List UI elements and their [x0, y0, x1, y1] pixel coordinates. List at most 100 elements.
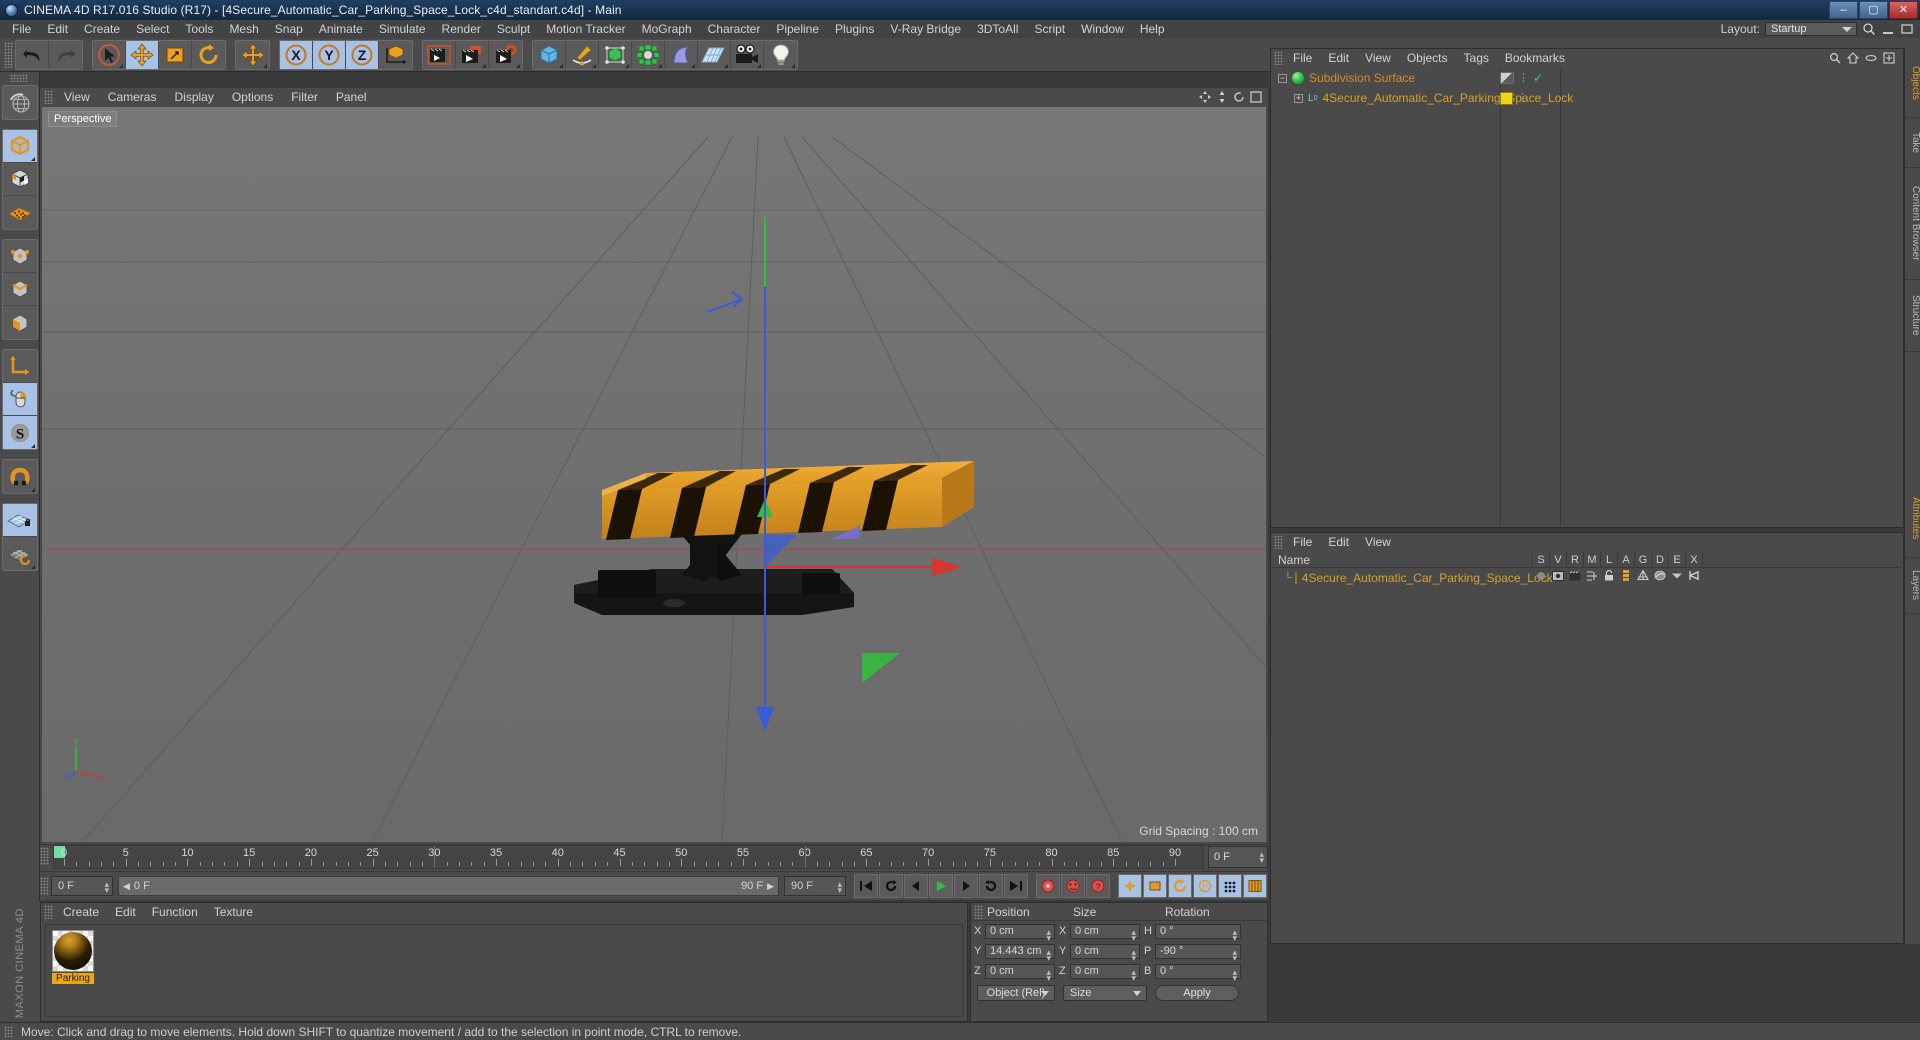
size-y-field[interactable]: 0 cm ▴ ▾: [1070, 943, 1140, 962]
undo-button[interactable]: [16, 40, 49, 69]
menu-mesh[interactable]: Mesh: [221, 20, 266, 38]
position-y-field[interactable]: 14.443 cm ▴ ▾: [985, 943, 1055, 962]
range-right-arrow-icon[interactable]: ▶: [767, 881, 774, 892]
object-row-subdivision-surface[interactable]: − Subdivision Surface ⋮ ✓: [1272, 68, 1902, 88]
dots-icon[interactable]: ⋮: [1518, 72, 1529, 83]
column-S[interactable]: S: [1532, 551, 1549, 568]
axis-x-lock[interactable]: X: [280, 40, 313, 69]
scale-key-toggle[interactable]: [1143, 874, 1167, 898]
viewport-menu-options[interactable]: Options: [223, 88, 282, 106]
material-preview-thumbnail[interactable]: [52, 930, 94, 972]
column-L[interactable]: L: [1600, 551, 1617, 568]
attribute-manager-grip[interactable]: [1274, 535, 1283, 549]
add-generator-button[interactable]: [599, 40, 632, 69]
toolbar-grip[interactable]: [4, 41, 13, 68]
dock-tab-content-browser[interactable]: Content Browser: [1905, 168, 1920, 280]
column-A[interactable]: A: [1617, 551, 1634, 568]
spinner-icon[interactable]: ▴ ▾: [1131, 947, 1136, 962]
layout-select[interactable]: Startup: [1765, 22, 1857, 36]
add-spline-button[interactable]: [566, 40, 599, 69]
menu-snap[interactable]: Snap: [267, 20, 311, 38]
column-X[interactable]: X: [1685, 551, 1702, 568]
spinner-icon[interactable]: ▴ ▾: [837, 880, 842, 895]
workplane-mode-button[interactable]: [2, 196, 37, 229]
menu-tools[interactable]: Tools: [177, 20, 221, 38]
spinner-icon[interactable]: ▴ ▾: [1131, 967, 1136, 982]
render-view-button[interactable]: [423, 40, 456, 69]
position-x-field[interactable]: 0 cm ▴ ▾: [985, 923, 1055, 942]
material-menu-edit[interactable]: Edit: [107, 903, 144, 921]
pan-view-icon[interactable]: [1199, 91, 1211, 103]
size-z-field[interactable]: 0 cm ▴ ▾: [1070, 963, 1140, 982]
rotate-view-icon[interactable]: [1233, 91, 1245, 103]
menu-plugins[interactable]: Plugins: [827, 20, 882, 38]
dock-tab-layers[interactable]: Layers: [1905, 558, 1920, 614]
viewport-menu-panel[interactable]: Panel: [327, 88, 376, 106]
viewport-menu-filter[interactable]: Filter: [282, 88, 327, 106]
object-row-parking-lock[interactable]: + L0 4Secure_Automatic_Car_Parking_Space…: [1272, 88, 1902, 108]
rotation-key-toggle[interactable]: [1168, 874, 1192, 898]
column-M[interactable]: M: [1583, 551, 1600, 568]
material-list[interactable]: Parking: [45, 924, 963, 1017]
enable-axis-button[interactable]: S: [2, 416, 37, 449]
next-frame-button[interactable]: [954, 874, 978, 898]
column-V[interactable]: V: [1549, 551, 1566, 568]
filter-icon[interactable]: [1865, 52, 1877, 64]
menu-animate[interactable]: Animate: [311, 20, 371, 38]
model-mode-button[interactable]: [2, 130, 37, 163]
rotation-b-field[interactable]: 0 ° ▴ ▾: [1155, 963, 1241, 982]
edges-mode-button[interactable]: [2, 273, 37, 306]
maximize-layout-icon[interactable]: [1900, 22, 1914, 36]
magnet-tool-button[interactable]: [2, 460, 37, 493]
material-menu-function[interactable]: Function: [144, 903, 206, 921]
live-selection-tool[interactable]: [93, 40, 126, 69]
move-tool[interactable]: [126, 40, 159, 69]
pla-key-toggle[interactable]: [1218, 874, 1242, 898]
viewport-menu-view[interactable]: View: [55, 88, 99, 106]
left-toolbar-grip[interactable]: [9, 74, 28, 82]
current-frame-field[interactable]: 0 F ▴ ▾: [1208, 846, 1268, 868]
expander-minus-icon[interactable]: −: [1278, 73, 1287, 83]
menu-pipeline[interactable]: Pipeline: [768, 20, 827, 38]
move-duplicate-tool[interactable]: [236, 40, 269, 69]
menu-character[interactable]: Character: [700, 20, 769, 38]
spinner-icon[interactable]: ▴ ▾: [104, 880, 109, 895]
viewport-solo-button[interactable]: [2, 383, 37, 416]
menu-mograph[interactable]: MoGraph: [634, 20, 700, 38]
timeline-grip[interactable]: [40, 847, 49, 865]
menu-vray-bridge[interactable]: V-Ray Bridge: [882, 20, 969, 38]
dock-tab-take[interactable]: Take: [1905, 118, 1920, 168]
status-grip[interactable]: [4, 1025, 13, 1038]
menu-motion-tracker[interactable]: Motion Tracker: [538, 20, 633, 38]
previous-keyframe-button[interactable]: [879, 874, 903, 898]
rotation-h-field[interactable]: 0 ° ▴ ▾: [1155, 923, 1241, 942]
home-icon[interactable]: [1847, 52, 1859, 64]
object-tags[interactable]: ⋮: [1500, 91, 1528, 105]
menu-help[interactable]: Help: [1132, 20, 1173, 38]
object-axis-button[interactable]: [2, 350, 37, 383]
viewport-menu-display[interactable]: Display: [165, 88, 222, 106]
object-manager-list[interactable]: − Subdivision Surface ⋮ ✓ + L0 4Secure_A…: [1272, 68, 1902, 526]
layer-render-toggle[interactable]: [1566, 570, 1583, 586]
timeline-toggle[interactable]: [1243, 874, 1267, 898]
object-menu-bookmarks[interactable]: Bookmarks: [1497, 49, 1573, 67]
object-manager-grip[interactable]: [1274, 51, 1283, 65]
add-deformer-button[interactable]: [665, 40, 698, 69]
axis-y-lock[interactable]: Y: [313, 40, 346, 69]
axis-z-lock[interactable]: Z: [346, 40, 379, 69]
go-to-end-button[interactable]: [1004, 874, 1028, 898]
transport-grip[interactable]: [40, 877, 49, 895]
minimize-button[interactable]: –: [1829, 1, 1858, 19]
spinner-icon[interactable]: ▴ ▾: [1046, 947, 1051, 962]
world-object-coordinates[interactable]: [379, 40, 412, 69]
menu-file[interactable]: File: [0, 20, 39, 38]
object-tags[interactable]: ⋮ ✓: [1500, 71, 1543, 85]
menu-select[interactable]: Select: [128, 20, 177, 38]
range-left-arrow-icon[interactable]: ◀: [123, 881, 130, 892]
position-key-toggle[interactable]: [1118, 874, 1142, 898]
menu-window[interactable]: Window: [1073, 20, 1132, 38]
menu-sculpt[interactable]: Sculpt: [489, 20, 538, 38]
spinner-icon[interactable]: ▴ ▾: [1046, 927, 1051, 942]
viewport-3d[interactable]: Perspective Grid Spacing : 100 cm Y X Z: [42, 107, 1266, 842]
render-to-picture-viewer-button[interactable]: [456, 40, 489, 69]
